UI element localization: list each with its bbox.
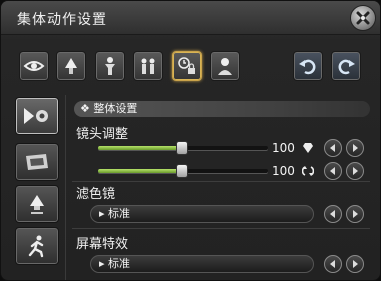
- timer-button[interactable]: [172, 51, 202, 81]
- sidebar-item-camera-settings[interactable]: [15, 97, 59, 135]
- diamond-bullet-icon: ❖: [80, 102, 94, 115]
- chevron-left-icon: [330, 210, 335, 218]
- slider-2-decrease-button[interactable]: [324, 162, 342, 180]
- character-icon: [218, 58, 232, 75]
- group-pose-button[interactable]: [133, 51, 163, 81]
- chevron-right-icon: [353, 260, 358, 268]
- running-figure-icon: [28, 235, 44, 258]
- camera-slider-1[interactable]: [98, 141, 268, 155]
- slider-1-decrease-button[interactable]: [324, 139, 342, 157]
- slider-thumb[interactable]: [176, 141, 188, 155]
- pose-button[interactable]: [95, 51, 125, 81]
- lamp-icon: [65, 58, 77, 74]
- sidebar-item-light[interactable]: [15, 185, 59, 223]
- caret-right-icon: ▸: [99, 207, 109, 220]
- section-title: 整体设置: [93, 102, 138, 115]
- toggle-ui-button[interactable]: [19, 51, 49, 81]
- titlebar: 集体动作设置: [1, 1, 380, 35]
- slider-2-increase-button[interactable]: [346, 162, 364, 180]
- window-title: 集体动作设置: [17, 12, 107, 28]
- sidebar-item-frame[interactable]: [15, 143, 59, 181]
- caret-right-icon: ▸: [99, 257, 109, 270]
- filter-previous-button[interactable]: [324, 205, 342, 223]
- filter-next-button[interactable]: [346, 205, 364, 223]
- filter-value: 标准: [108, 207, 131, 220]
- figures-icon: [141, 58, 155, 74]
- camera-slider-2[interactable]: [98, 164, 268, 178]
- redo-button[interactable]: [331, 51, 361, 81]
- slider-fill: [98, 169, 182, 173]
- figure-icon: [105, 57, 115, 75]
- chevron-left-icon: [330, 167, 335, 175]
- timer-lock-icon: [178, 57, 195, 74]
- rotate-icon: [302, 166, 314, 176]
- camera-label: 镜头调整: [76, 127, 129, 142]
- slider-thumb[interactable]: [176, 164, 188, 178]
- chevron-right-icon: [353, 144, 358, 152]
- character-button[interactable]: [210, 51, 240, 81]
- chevron-right-icon: [353, 167, 358, 175]
- diamond-icon: [303, 143, 313, 153]
- lighting-button[interactable]: [56, 51, 86, 81]
- close-icon: [356, 11, 370, 25]
- slider-fill: [98, 146, 182, 150]
- slider-1-increase-button[interactable]: [346, 139, 364, 157]
- chevron-left-icon: [330, 260, 335, 268]
- sidebar-item-motion[interactable]: [15, 227, 59, 265]
- chevron-right-icon: [353, 210, 358, 218]
- undo-button[interactable]: [293, 51, 323, 81]
- filter-label: 滤色镜: [76, 187, 116, 202]
- screen-effect-dropdown[interactable]: ▸ 标准: [90, 255, 314, 273]
- screen-effect-label: 屏幕特效: [76, 237, 129, 252]
- screen-effect-previous-button[interactable]: [324, 255, 342, 273]
- chevron-left-icon: [330, 144, 335, 152]
- light-icon: [30, 195, 44, 214]
- eye-icon: [23, 61, 45, 71]
- redo-icon: [338, 59, 355, 75]
- frame-icon: [26, 154, 48, 170]
- group-pose-settings-window: 集体动作设置 ❖ 整体设置 镜头调整 100 100 滤色镜 ▸ 标准 屏幕特效…: [0, 0, 381, 281]
- settings-panel: ❖ 整体设置 镜头调整 100 100 滤色镜 ▸ 标准 屏幕特效 ▸ 标准: [65, 95, 370, 280]
- filter-dropdown[interactable]: ▸ 标准: [90, 205, 314, 223]
- close-button[interactable]: [350, 5, 376, 31]
- camera-settings-icon: [24, 108, 48, 124]
- screen-effect-next-button[interactable]: [346, 255, 364, 273]
- section-header: ❖ 整体设置: [74, 101, 370, 117]
- slider-2-value: 100: [272, 164, 295, 178]
- slider-1-value: 100: [272, 141, 295, 155]
- undo-icon: [299, 59, 316, 75]
- divider: [72, 228, 370, 229]
- divider: [72, 181, 370, 182]
- screen-effect-value: 标准: [108, 257, 131, 270]
